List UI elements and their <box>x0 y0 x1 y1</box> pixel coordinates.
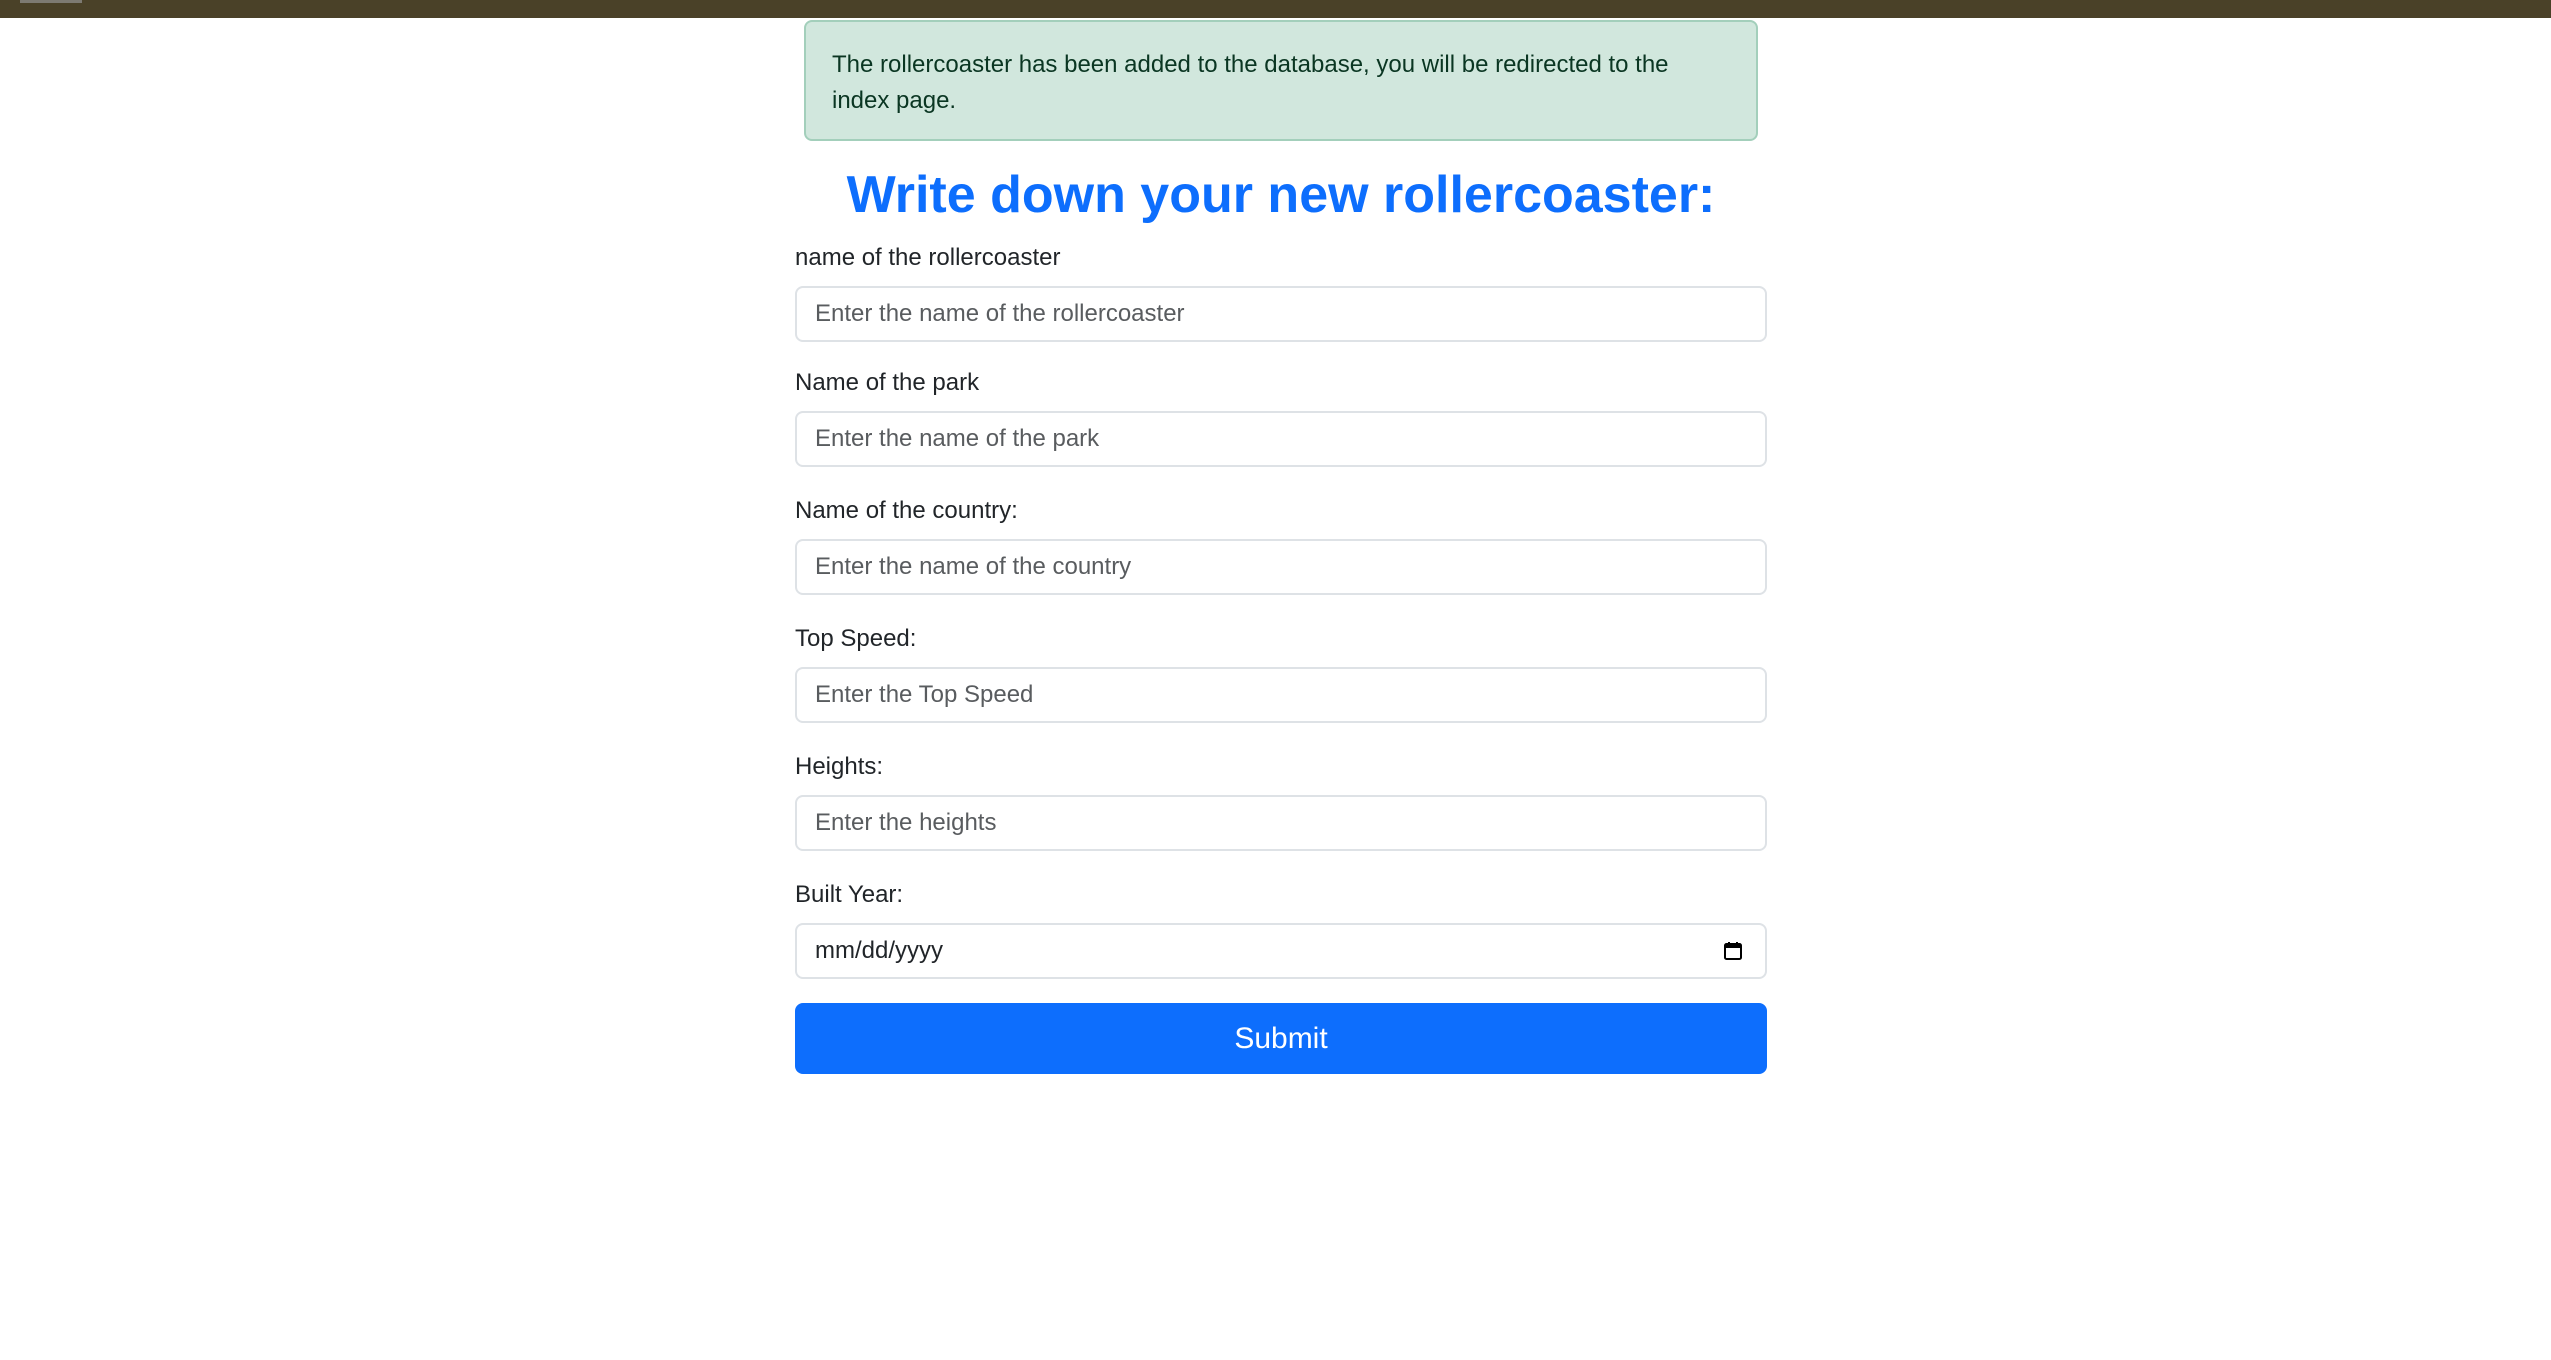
built-year-date-placeholder: mm/dd/yyyy <box>815 937 944 964</box>
page-title: Write down your new rollercoaster: <box>846 166 1716 224</box>
success-alert-message: The rollercoaster has been added to the … <box>832 51 1669 114</box>
browser-top-bar <box>0 0 2551 18</box>
heights-input[interactable] <box>795 795 1767 851</box>
top-speed-label: Top Speed: <box>795 625 917 652</box>
submit-button[interactable]: Submit <box>795 1003 1767 1074</box>
calendar-icon[interactable] <box>1723 941 1743 961</box>
park-name-input[interactable] <box>795 411 1767 467</box>
rollercoaster-name-label: name of the rollercoaster <box>795 244 1061 271</box>
heights-label: Heights: <box>795 753 884 780</box>
park-name-label: Name of the park <box>795 369 980 396</box>
country-name-label: Name of the country: <box>795 497 1018 524</box>
top-speed-input[interactable] <box>795 667 1767 723</box>
country-name-input[interactable] <box>795 539 1767 595</box>
success-alert: The rollercoaster has been added to the … <box>804 20 1758 141</box>
built-year-label: Built Year: <box>795 881 904 908</box>
rollercoaster-name-input[interactable] <box>795 286 1767 342</box>
built-year-date-input[interactable]: mm/dd/yyyy <box>795 923 1767 979</box>
top-bar-tab-stub <box>20 0 82 3</box>
